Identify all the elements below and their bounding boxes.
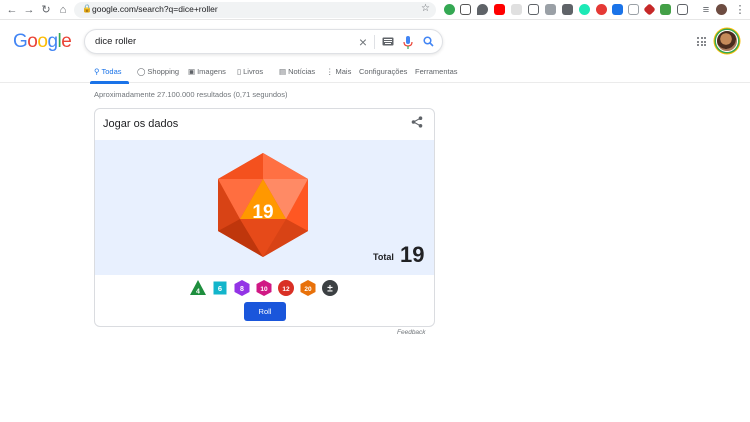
lock-icon: 🔒 xyxy=(82,4,92,13)
d8-button[interactable]: 8 xyxy=(233,279,251,297)
logo-letter: G xyxy=(13,31,28,52)
book-icon: ▯ xyxy=(237,67,242,76)
tab-noticias[interactable]: ▤ Notícias xyxy=(279,67,315,76)
address-bar[interactable]: 🔒 google.com/search?q=dice+roller ☆ xyxy=(74,2,436,18)
search-icon: ⚲ xyxy=(94,67,100,76)
extension-icon[interactable] xyxy=(444,4,455,15)
reading-list-icon[interactable]: ≡ xyxy=(699,3,713,17)
svg-text:±: ± xyxy=(327,284,333,295)
home-icon[interactable]: ⌂ xyxy=(56,3,70,17)
total-label: Total xyxy=(373,252,394,262)
image-icon: ▣ xyxy=(188,67,196,76)
location-extension-icon[interactable] xyxy=(477,4,488,15)
account-avatar[interactable] xyxy=(716,30,738,52)
search-icon[interactable] xyxy=(420,34,436,50)
google-logo[interactable]: Google xyxy=(13,31,72,53)
extension-icon[interactable] xyxy=(660,4,671,15)
logo-letter: o xyxy=(27,31,38,52)
divider xyxy=(374,35,375,49)
d10-button[interactable]: 10 xyxy=(255,279,273,297)
extension-icon[interactable] xyxy=(511,4,522,15)
google-apps-icon[interactable] xyxy=(697,37,706,46)
forward-icon[interactable]: → xyxy=(22,3,36,17)
total-value: 19 xyxy=(400,242,425,267)
modifier-button[interactable]: ± xyxy=(321,279,339,297)
extension-icon[interactable] xyxy=(562,4,573,15)
tab-shopping[interactable]: ◯ Shopping xyxy=(137,67,179,76)
active-tab-indicator xyxy=(90,81,129,84)
d6-button[interactable]: 6 xyxy=(211,279,229,297)
tab-configuracoes[interactable]: Configurações xyxy=(359,67,407,76)
d4-button[interactable]: 4 xyxy=(189,279,207,297)
camera-extension-icon[interactable] xyxy=(528,4,539,15)
clear-icon[interactable]: × xyxy=(355,34,371,50)
tag-icon: ◯ xyxy=(137,67,146,76)
search-input[interactable]: dice roller xyxy=(95,36,136,47)
extension-icon[interactable] xyxy=(579,4,590,15)
url-text: google.com/search?q=dice+roller xyxy=(92,4,218,14)
browser-toolbar: ← → ↻ ⌂ 🔒 google.com/search?q=dice+rolle… xyxy=(0,0,750,20)
extension-icon[interactable] xyxy=(545,4,556,15)
tab-todas[interactable]: ⚲ Todas xyxy=(94,67,122,76)
svg-text:20: 20 xyxy=(304,286,312,293)
search-tabs: ⚲ Todas ◯ Shopping ▣ Imagens ▯ Livros ▤ Notíc… xyxy=(0,60,750,83)
dice-roller-card: Jogar os dados 19 Total 19 4 6 8 10 12 2… xyxy=(94,108,435,327)
reload-icon[interactable]: ↻ xyxy=(39,3,53,17)
share-icon[interactable] xyxy=(411,116,423,128)
svg-text:12: 12 xyxy=(282,286,290,293)
more-vert-icon: ⋮ xyxy=(326,67,334,76)
logo-letter: e xyxy=(61,31,72,52)
bookmark-star-icon[interactable]: ☆ xyxy=(421,3,430,14)
extension-icon[interactable] xyxy=(643,3,656,16)
extension-icon[interactable] xyxy=(677,4,688,15)
pocket-extension-icon[interactable] xyxy=(460,4,471,15)
tab-livros[interactable]: ▯ Livros xyxy=(237,67,263,76)
rolled-value: 19 xyxy=(252,202,273,223)
tab-imagens[interactable]: ▣ Imagens xyxy=(188,67,226,76)
tab-ferramentas[interactable]: Ferramentas xyxy=(415,67,458,76)
menu-kebab-icon[interactable]: ⋮ xyxy=(733,3,747,17)
back-icon[interactable]: ← xyxy=(5,3,19,17)
extension-icon[interactable] xyxy=(628,4,639,15)
roll-button[interactable]: Roll xyxy=(244,302,286,321)
svg-text:8: 8 xyxy=(240,286,244,293)
tab-mais[interactable]: ⋮ Mais xyxy=(326,67,351,76)
d20-button[interactable]: 20 xyxy=(299,279,317,297)
search-box[interactable]: dice roller × xyxy=(84,29,443,54)
news-icon: ▤ xyxy=(279,67,287,76)
youtube-extension-icon[interactable] xyxy=(494,4,505,15)
logo-letter: g xyxy=(47,31,58,52)
translate-extension-icon[interactable] xyxy=(612,4,623,15)
keyboard-icon[interactable] xyxy=(380,34,396,50)
logo-letter: o xyxy=(37,31,48,52)
d20-die[interactable]: 19 xyxy=(217,153,309,257)
profile-icon[interactable] xyxy=(716,4,727,15)
card-title: Jogar os dados xyxy=(103,118,179,130)
svg-text:10: 10 xyxy=(260,286,268,293)
results-stats: Aproximadamente 27.100.000 resultados (0… xyxy=(94,90,288,99)
feedback-link[interactable]: Feedback xyxy=(397,329,426,336)
d12-button[interactable]: 12 xyxy=(277,279,295,297)
svg-text:4: 4 xyxy=(196,289,200,296)
dice-stage: 19 Total 19 xyxy=(95,140,434,275)
extension-icon[interactable] xyxy=(596,4,607,15)
microphone-icon[interactable] xyxy=(400,34,416,50)
svg-text:6: 6 xyxy=(218,284,222,293)
